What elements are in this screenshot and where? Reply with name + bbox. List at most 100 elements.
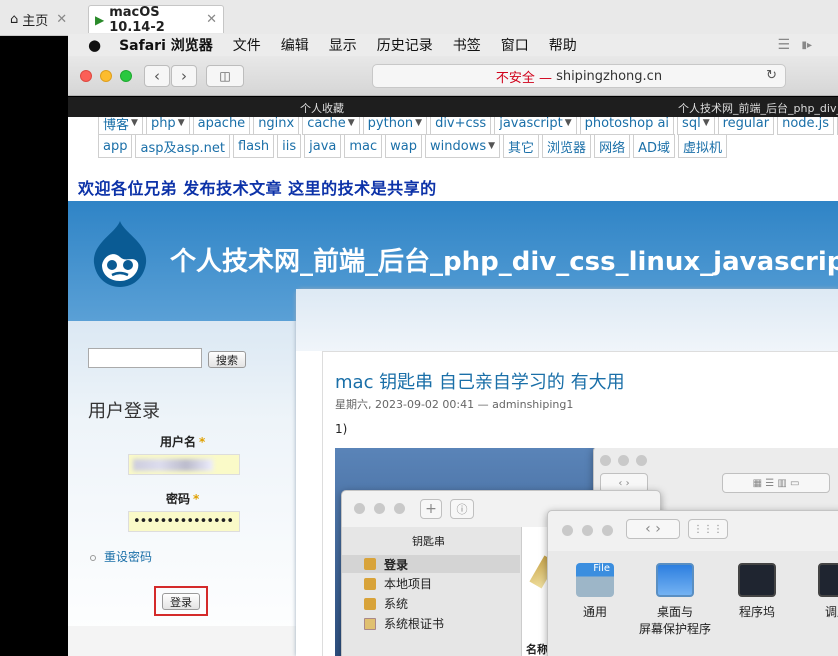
category-link[interactable]: mac: [344, 134, 383, 158]
window-dot: [636, 455, 647, 466]
menu-app[interactable]: Safari 浏览器: [119, 35, 213, 55]
category-link[interactable]: regular: [717, 117, 775, 135]
reset-password-link[interactable]: 重设密码: [90, 548, 152, 565]
tab-vm[interactable]: ▶ macOS 10.14-2 ✕: [88, 4, 224, 35]
menu-bookmarks[interactable]: 书签: [453, 35, 481, 55]
category-link[interactable]: app: [98, 134, 133, 158]
window-dot: [354, 503, 365, 514]
pref-label: 程序坞: [738, 605, 775, 619]
article-title[interactable]: mac 钥匙串 自己亲自学习的 有大用: [335, 368, 625, 394]
caret-down-icon[interactable]: ▼: [565, 118, 572, 128]
certificate-icon: [364, 617, 376, 630]
reload-icon[interactable]: ↻: [766, 68, 777, 83]
list-icon[interactable]: ☰: [777, 37, 790, 53]
bullet-icon: [90, 554, 96, 561]
dropdown-icon[interactable]: ▮▸: [801, 40, 812, 51]
category-label: python: [367, 117, 414, 131]
tab-home-label: 主页: [22, 13, 49, 29]
article-meta: 星期六, 2023-09-02 00:41 — adminshiping1: [335, 398, 574, 411]
favorites-item[interactable]: 个人收藏: [300, 100, 344, 116]
close-icon[interactable]: ✕: [56, 12, 67, 27]
category-label: 其它: [508, 140, 535, 156]
close-window-button[interactable]: [80, 70, 92, 82]
category-link[interactable]: cache ▼: [302, 117, 360, 135]
drupal-logo-icon[interactable]: [88, 219, 152, 289]
category-nav-row: app asp及asp.net flash iis java mac wap windows ▼…: [98, 134, 730, 158]
category-link[interactable]: div+css: [430, 117, 492, 135]
tab-home[interactable]: ⌂ 主页 ✕: [4, 5, 82, 33]
category-link[interactable]: sql ▼: [677, 117, 715, 135]
search-button[interactable]: 搜索: [208, 351, 246, 368]
category-label: AD域: [638, 140, 670, 156]
login-highlight-box: 登录: [154, 586, 208, 616]
login-button[interactable]: 登录: [162, 593, 200, 610]
close-icon[interactable]: ✕: [206, 12, 217, 27]
caret-down-icon[interactable]: ▼: [178, 118, 185, 128]
caret-down-icon[interactable]: ▼: [415, 118, 422, 128]
category-label: node.js: [782, 117, 830, 131]
menu-file[interactable]: 文件: [233, 35, 261, 55]
sidebar-toggle-button[interactable]: ◫: [206, 65, 244, 87]
zoom-window-button[interactable]: [120, 70, 132, 82]
category-link[interactable]: flash: [232, 134, 275, 158]
menu-history[interactable]: 历史记录: [377, 35, 433, 55]
address-bar[interactable]: 不安全 — shipingzhong.cn ↻: [372, 64, 786, 88]
menu-edit[interactable]: 编辑: [281, 35, 309, 55]
home-icon: ⌂: [10, 11, 19, 27]
username-field[interactable]: [128, 454, 240, 475]
category-link[interactable]: node.js: [777, 117, 835, 135]
chevron-right-icon: ›: [181, 67, 187, 85]
favorites-item[interactable]: 个人技术网_前端_后台_php_div_: [678, 100, 838, 116]
blurred-username: [133, 459, 213, 471]
mac-menu-bar: ● Safari 浏览器 文件 编辑 显示 历史记录 书签 窗口 帮助 ☰ ▮▸: [68, 34, 838, 56]
category-label: 博客: [103, 117, 130, 133]
category-link[interactable]: AD域: [633, 134, 675, 158]
category-link[interactable]: iis: [277, 134, 302, 158]
window-dot: [602, 525, 613, 536]
category-link[interactable]: php ▼: [145, 117, 190, 135]
category-link[interactable]: 网络: [594, 134, 631, 158]
tab-vm-label: macOS 10.14-2: [109, 4, 165, 35]
favorites-bar: 个人收藏 个人技术网_前端_后台_php_div_: [68, 97, 838, 117]
forward-button[interactable]: ›: [171, 65, 197, 87]
caret-down-icon[interactable]: ▼: [488, 141, 495, 151]
search-input[interactable]: [88, 348, 202, 368]
category-link[interactable]: asp及asp.net: [135, 134, 230, 158]
category-link[interactable]: apache: [192, 117, 251, 135]
article: mac 钥匙串 自己亲自学习的 有大用 星期六, 2023-09-02 00:4…: [322, 351, 838, 656]
category-link[interactable]: 其它: [503, 134, 540, 158]
screenshot-view-buttons: ▦ ☰ ▥ ▭: [722, 473, 830, 493]
keychain-item: 系统: [364, 595, 408, 612]
category-link[interactable]: photoshop ai: [579, 117, 675, 135]
keychain-item-label: 系统: [384, 597, 409, 611]
category-label: javascript: [499, 117, 563, 131]
caret-down-icon[interactable]: ▼: [703, 118, 710, 128]
category-link[interactable]: java: [304, 134, 342, 158]
main-content: mac 钥匙串 自己亲自学习的 有大用 星期六, 2023-09-02 00:4…: [296, 289, 838, 656]
article-screenshot: ‹ › ▦ ☰ ▥ ▭ + ⓘ 钥匙串 登录 本地项目 系统 系统根证书 名称 …: [335, 448, 838, 656]
apple-icon[interactable]: ●: [88, 36, 101, 54]
password-label-text: 密码: [166, 492, 191, 506]
site-title[interactable]: 个人技术网_前端_后台_php_div_css_linux_javascript: [170, 241, 838, 278]
caret-down-icon[interactable]: ▼: [131, 118, 138, 128]
category-link[interactable]: wap: [385, 134, 422, 158]
category-link[interactable]: javascript ▼: [494, 117, 577, 135]
category-link[interactable]: nginx: [253, 117, 300, 135]
category-label: photoshop ai: [584, 117, 670, 131]
menu-view[interactable]: 显示: [329, 35, 357, 55]
back-button[interactable]: ‹: [144, 65, 170, 87]
category-link[interactable]: python ▼: [362, 117, 428, 135]
menu-help[interactable]: 帮助: [549, 35, 577, 55]
category-link[interactable]: 虚拟机: [677, 134, 727, 158]
window-dot: [394, 503, 405, 514]
password-field[interactable]: •••••••••••••••: [128, 511, 240, 532]
pref-mission-control: 调度: [812, 563, 838, 620]
category-link[interactable]: windows ▼: [425, 134, 501, 158]
menu-window[interactable]: 窗口: [501, 35, 529, 55]
category-link[interactable]: 博客 ▼: [98, 117, 143, 135]
window-dot: [600, 455, 611, 466]
minimize-window-button[interactable]: [100, 70, 112, 82]
caret-down-icon[interactable]: ▼: [348, 118, 355, 128]
chevron-left-icon: ‹: [154, 67, 160, 85]
category-link[interactable]: 浏览器: [542, 134, 592, 158]
